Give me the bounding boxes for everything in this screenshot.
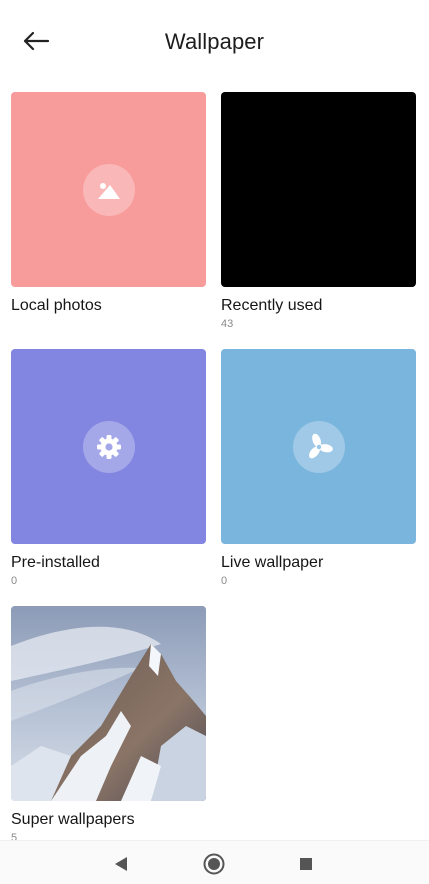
category-label: Super wallpapers xyxy=(11,811,135,828)
super-wallpapers-thumbnail xyxy=(11,606,206,801)
triangle-back-icon xyxy=(115,857,127,871)
category-label: Pre-installed xyxy=(11,554,100,571)
image-icon-badge xyxy=(82,163,135,216)
page-title: Wallpaper xyxy=(164,29,265,54)
category-live-wallpaper[interactable]: Live wallpaper 0 xyxy=(221,349,416,588)
nav-back-button[interactable] xyxy=(108,851,134,877)
nav-home-button[interactable] xyxy=(201,851,227,877)
category-label: Live wallpaper xyxy=(221,554,324,571)
category-count: 0 xyxy=(11,575,18,587)
system-nav-bar xyxy=(0,840,429,884)
category-local-photos[interactable]: Local photos xyxy=(11,92,206,331)
app-header: Wallpaper xyxy=(0,0,429,84)
live-wallpaper-thumbnail xyxy=(221,349,416,544)
gear-icon-badge xyxy=(82,420,135,473)
square-recents-icon xyxy=(300,858,312,870)
nav-recents-button[interactable] xyxy=(293,851,319,877)
image-icon xyxy=(97,182,120,199)
category-count: 43 xyxy=(221,318,234,330)
pre-installed-thumbnail xyxy=(11,349,206,544)
category-count: 0 xyxy=(221,575,228,587)
category-pre-installed[interactable]: Pre-installed 0 xyxy=(11,349,206,588)
category-label: Local photos xyxy=(11,297,102,314)
category-super-wallpapers[interactable]: Super wallpapers 5 xyxy=(11,606,206,845)
wallpaper-screen: Wallpaper Local photos Recently used 43 xyxy=(0,0,429,884)
recently-used-thumbnail xyxy=(221,92,416,287)
mountain-image xyxy=(11,606,206,801)
category-recently-used[interactable]: Recently used 43 xyxy=(221,92,416,331)
category-label: Recently used xyxy=(221,297,323,314)
fan-icon xyxy=(308,433,333,458)
category-count xyxy=(11,318,206,331)
local-photos-thumbnail xyxy=(11,92,206,287)
gear-icon xyxy=(96,434,121,459)
circle-home-icon xyxy=(203,853,225,875)
fan-icon-badge xyxy=(292,420,345,473)
